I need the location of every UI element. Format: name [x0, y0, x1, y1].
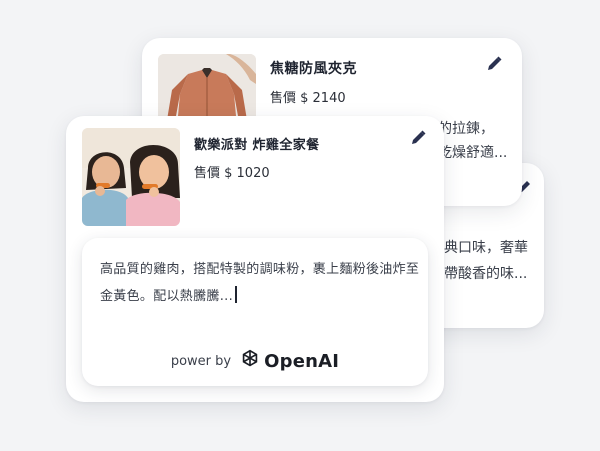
powered-by-row: power by OpenAI	[82, 348, 428, 374]
pencil-icon[interactable]	[486, 56, 502, 72]
product-price: 售價 $ 2140	[270, 91, 346, 106]
power-by-label: power by	[170, 353, 232, 369]
openai-brand: OpenAI	[239, 348, 339, 374]
ai-description-box[interactable]: 高品質的雞肉，搭配特製的調味粉，裹上麵粉後油炸至金黃色。配以熱騰騰... pow…	[82, 238, 428, 386]
product-description-line: 乾燥舒適...	[438, 145, 508, 161]
product-description-line: 典口味，奢華	[444, 240, 528, 256]
product-name: 歡樂派對 炸雞全家餐	[194, 138, 320, 153]
product-description-line: 帶酸香的味...	[444, 266, 528, 282]
pencil-icon[interactable]	[410, 130, 426, 146]
openai-wordmark: OpenAI	[264, 350, 340, 372]
product-name: 焦糖防風夾克	[270, 61, 357, 77]
friends-photo	[82, 128, 180, 226]
product-description-line: 的拉鍊，	[438, 121, 494, 137]
openai-logo-icon	[239, 348, 261, 374]
product-price: 售價 $ 1020	[194, 166, 270, 181]
ai-description-text: 高品質的雞肉，搭配特製的調味粉，裹上麵粉後油炸至金黃色。配以熱騰騰...	[100, 262, 420, 304]
text-cursor	[235, 286, 237, 303]
stage: 典口味，奢華 帶酸香的味... 焦糖防風夾克 售價 $ 2140 的拉鍊， 乾燥…	[0, 0, 600, 451]
product-card-chicken-meal: 歡樂派對 炸雞全家餐 售價 $ 1020 高品質的雞肉，搭配特製的調味粉，裹上麵…	[66, 116, 444, 402]
ai-generated-description[interactable]: 高品質的雞肉，搭配特製的調味粉，裹上麵粉後油炸至金黃色。配以熱騰騰...	[100, 256, 420, 310]
